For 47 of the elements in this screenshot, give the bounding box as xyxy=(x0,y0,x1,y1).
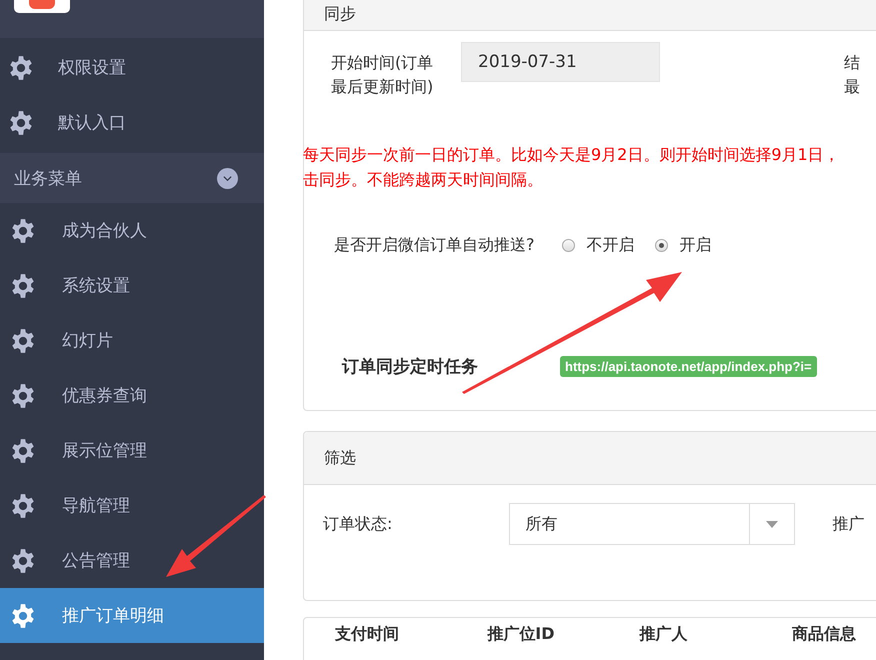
column-header: 支付时间 xyxy=(335,624,400,645)
section-title: 业务菜单 xyxy=(14,168,82,190)
column-header: 推广位ID xyxy=(487,624,556,645)
gear-icon xyxy=(8,110,34,136)
date-input-field[interactable]: 2019-07-31 xyxy=(461,42,660,82)
gear-icon xyxy=(10,438,36,464)
question-label: 是否开启微信订单自动推送? xyxy=(334,235,534,256)
gear-icon xyxy=(10,602,36,628)
sidebar-item[interactable]: 推广订单明细 xyxy=(0,588,264,643)
radio-label: 不开启 xyxy=(586,235,634,256)
sidebar-item[interactable]: 展示位管理 xyxy=(0,423,264,478)
sidebar-item[interactable]: 导航管理 xyxy=(0,478,264,533)
field-label: 最 xyxy=(844,76,861,98)
gear-icon xyxy=(10,492,36,518)
gear-icon xyxy=(10,382,36,408)
field-label: 订单状态: xyxy=(323,514,392,534)
panel-title: 同步 xyxy=(304,0,876,31)
menu-section-header[interactable]: 业务菜单 xyxy=(0,153,264,203)
sidebar-item[interactable]: 成为合伙人 xyxy=(0,203,264,258)
status-select[interactable]: 所有 xyxy=(509,503,796,545)
column-header: 推广人 xyxy=(640,624,688,645)
notice-text: 每天同步一次前一日的订单。比如今天是9月2日。则开始时间选择9月1日， xyxy=(303,144,841,166)
panel-title: 筛选 xyxy=(304,432,876,485)
select-value: 所有 xyxy=(524,512,558,534)
gear-icon xyxy=(10,328,36,354)
task-label: 订单同步定时任务 xyxy=(342,356,479,378)
caret-icon xyxy=(766,520,778,528)
field-label: 结 xyxy=(844,52,861,74)
sidebar-item[interactable]: 公告管理 xyxy=(0,533,264,588)
radio-button[interactable] xyxy=(654,239,668,252)
sidebar-item[interactable]: 权限设置 xyxy=(0,40,264,95)
sidebar-item[interactable]: 幻灯片 xyxy=(0,313,264,368)
url-badge: https://api.taonote.net/app/index.php?i= xyxy=(560,356,817,377)
field-label: 开始时间(订单最后更新时间) xyxy=(331,52,434,98)
logo-icon xyxy=(14,0,70,13)
field-label: 推广 xyxy=(832,514,864,534)
gear-icon xyxy=(10,218,36,244)
radio-label: 开启 xyxy=(680,235,712,256)
notice-text: 击同步。不能跨越两天时间间隔。 xyxy=(303,169,544,191)
sidebar-item[interactable]: 系统设置 xyxy=(0,258,264,313)
sidebar-item[interactable]: 优惠券查询 xyxy=(0,368,264,423)
gear-icon xyxy=(10,272,36,298)
column-header: 商品信息 xyxy=(792,624,857,645)
gear-icon xyxy=(8,54,34,80)
gear-icon xyxy=(10,548,36,574)
radio-button[interactable] xyxy=(562,239,574,252)
sidebar-item[interactable]: 默认入口 xyxy=(0,95,264,150)
